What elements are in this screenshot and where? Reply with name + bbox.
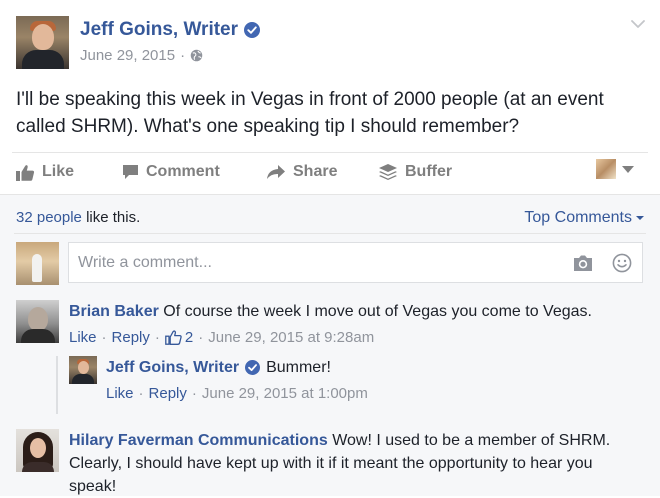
comment-time[interactable]: June 29, 2015 at 9:28am — [208, 329, 374, 346]
post-text: I'll be speaking this week in Vegas in f… — [16, 89, 604, 137]
top-comments-dropdown[interactable]: Top Comments — [524, 209, 644, 227]
commenter-name[interactable]: Brian Baker — [69, 303, 159, 320]
emoji-icon[interactable] — [612, 253, 632, 273]
comment-composer — [68, 242, 643, 283]
post-actions-bar: Like Comment Share Buffer — [12, 152, 648, 195]
commenter-avatar[interactable] — [16, 429, 59, 472]
likes-count-link[interactable]: 32 people — [16, 209, 82, 226]
reply-thread-line — [56, 356, 58, 414]
thumbs-up-outline-icon[interactable] — [165, 330, 182, 345]
comment-input[interactable] — [69, 243, 548, 282]
caret-down-icon — [622, 165, 634, 173]
replier-name[interactable]: Jeff Goins, Writer — [106, 356, 239, 379]
likes-summary: 32 people like this. — [16, 209, 140, 226]
top-comments-label: Top Comments — [524, 209, 632, 226]
likes-suffix: like this. — [81, 209, 141, 226]
commenter-avatar[interactable] — [16, 300, 59, 343]
camera-icon[interactable] — [572, 254, 594, 272]
buffer-stack-icon — [379, 164, 397, 180]
buffer-button[interactable]: Buffer — [378, 163, 452, 181]
comment-meta: Like · Reply · 2 · June 29, 2015 at 9:28… — [69, 329, 375, 346]
reply-reply-link[interactable]: Reply — [149, 385, 187, 402]
viewer-avatar — [16, 242, 59, 285]
comment-button[interactable]: Comment — [122, 163, 220, 181]
post-meta: June 29, 2015 · — [80, 47, 203, 64]
reply-body: Jeff Goins, Writer Bummer! — [106, 356, 646, 379]
thumbs-up-icon — [16, 164, 35, 181]
share-button[interactable]: Share — [266, 163, 337, 181]
comment-bubble-icon — [123, 165, 138, 179]
comment-body: Hilary Faverman Communications Wow! I us… — [69, 429, 644, 498]
post-author-name[interactable]: Jeff Goins, Writer — [80, 19, 238, 41]
like-button[interactable]: Like — [16, 163, 74, 181]
reply-time[interactable]: June 29, 2015 at 1:00pm — [202, 385, 368, 402]
divider — [14, 233, 646, 234]
replier-avatar[interactable] — [69, 356, 97, 384]
author-avatar[interactable] — [16, 16, 69, 69]
reply-like-link[interactable]: Like — [106, 385, 134, 402]
like-label: Like — [42, 163, 75, 180]
verified-badge-icon — [244, 22, 261, 38]
commenter-name[interactable]: Hilary Faverman Communications — [69, 432, 328, 449]
post-author[interactable]: Jeff Goins, Writer — [80, 19, 261, 41]
comment-likes-count[interactable]: 2 — [185, 329, 193, 346]
comment-body: Brian Baker Of course the week I move ou… — [69, 300, 644, 323]
verified-badge-icon — [245, 360, 261, 375]
meta-separator: · — [180, 47, 186, 64]
comment-reply-link[interactable]: Reply — [112, 329, 150, 346]
reply-text: Bummer! — [266, 359, 331, 376]
comment-text: Of course the week I move out of Vegas y… — [163, 303, 592, 320]
share-label: Share — [293, 163, 338, 180]
caret-down-icon — [636, 216, 644, 220]
reply-meta: Like · Reply · June 29, 2015 at 1:00pm — [106, 385, 368, 402]
buffer-label: Buffer — [405, 163, 453, 180]
post-as-selector[interactable] — [596, 159, 634, 179]
share-arrow-icon — [267, 165, 285, 179]
viewer-avatar — [596, 159, 616, 179]
chevron-down-icon[interactable] — [630, 18, 646, 30]
globe-icon[interactable] — [190, 49, 203, 62]
comment-label: Comment — [146, 163, 220, 180]
comment-like-link[interactable]: Like — [69, 329, 97, 346]
post-date[interactable]: June 29, 2015 — [80, 47, 175, 64]
post-card: Jeff Goins, Writer June 29, 2015 · I'll … — [0, 0, 660, 498]
